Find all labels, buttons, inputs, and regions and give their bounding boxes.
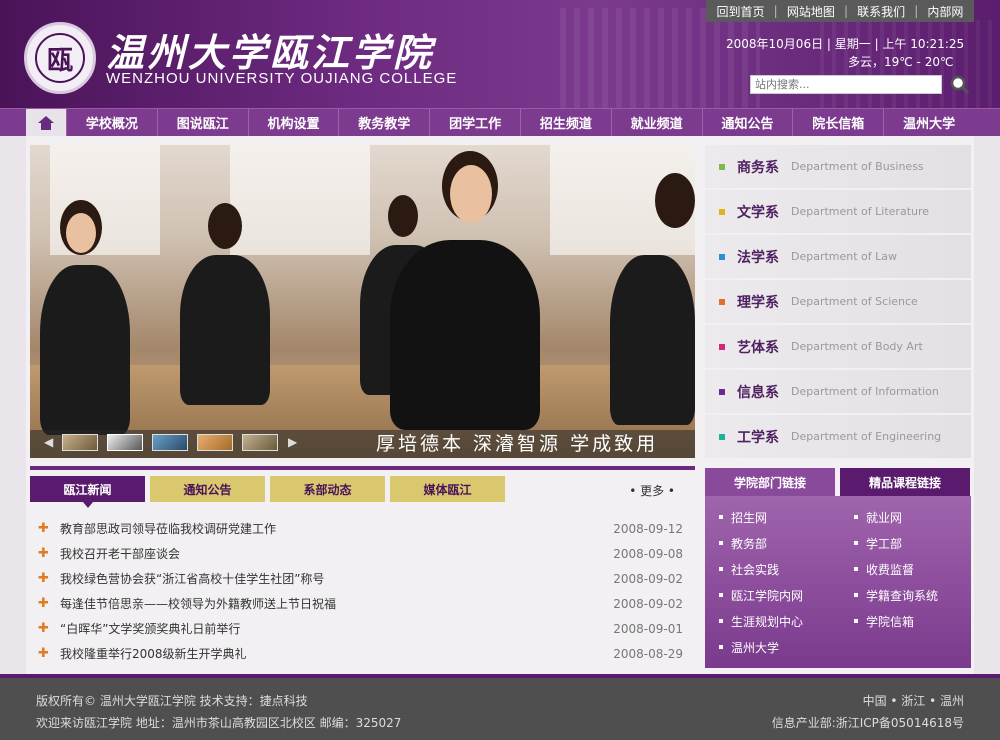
news-item[interactable]: ✚ 我校召开老干部座谈会 2008-09-08 [30,541,695,566]
prev-slide-icon[interactable]: ◀ [44,435,53,449]
nav-home-button[interactable] [26,109,66,136]
link-intranet[interactable]: 瓯江学院内网 [719,586,854,604]
nav-item-gallery[interactable]: 图说瓯江 [156,109,248,136]
top-link-contact[interactable]: 联系我们 [857,3,905,20]
news-item[interactable]: ✚ 教育部思政司领导莅临我校调研党建工作 2008-09-12 [30,516,695,541]
tab-oujiang-news[interactable]: 瓯江新闻 [30,476,145,508]
nav-item-organization[interactable]: 机构设置 [247,109,339,136]
dept-information[interactable]: 信息系 Department of Information [705,370,971,413]
top-links: 回到首页 | 网站地图 | 联系我们 | 内部网 [706,0,974,22]
bullet-icon [719,253,725,260]
site-name: 温州大学瓯江学院 [106,30,435,75]
link-fee-supervision[interactable]: 收费监督 [854,560,974,578]
dept-body-art[interactable]: 艺体系 Department of Body Art [705,325,971,368]
home-icon [38,115,54,130]
plus-icon: ✚ [38,621,49,636]
news-tabs: 瓯江新闻 通知公告 系部动态 媒体瓯江 [30,476,510,508]
news-item[interactable]: ✚ 我校隆重举行2008级新生开学典礼 2008-08-29 [30,641,695,666]
nav-item-president-mailbox[interactable]: 院长信箱 [792,109,883,136]
top-link-sitemap[interactable]: 网站地图 [787,3,835,20]
tab-notices[interactable]: 通知公告 [150,476,265,502]
tab-course-links[interactable]: 精品课程链接 [840,468,970,496]
main-content: ◀ ▶ 厚培德本 深濬智源 学成致用 商务系 Department of Bus… [26,136,974,674]
news-list: ✚ 教育部思政司领导莅临我校调研党建工作 2008-09-12 ✚ 我校召开老干… [30,516,695,666]
hero-slogan: 厚培德本 深濬智源 学成致用 [376,433,659,455]
dept-business[interactable]: 商务系 Department of Business [705,145,971,188]
department-list: 商务系 Department of Business 文学系 Departmen… [705,145,971,460]
hero-slideshow[interactable]: ◀ ▶ 厚培德本 深濬智源 学成致用 [30,145,695,458]
bullet-icon [719,208,725,215]
link-employment[interactable]: 就业网 [854,508,974,526]
bullet-icon [719,163,725,170]
link-academic-affairs[interactable]: 教务部 [719,534,854,552]
news-item[interactable]: ✚ 每逢佳节倍思亲——校领导为外籍教师送上节日祝福 2008-09-02 [30,591,695,616]
nav-item-youth-work[interactable]: 团学工作 [429,109,520,136]
link-college-mailbox[interactable]: 学院信箱 [854,612,974,630]
slide-thumb-active[interactable] [107,434,143,451]
tab-media[interactable]: 媒体瓯江 [390,476,505,502]
footer-address: 欢迎来访瓯江学院 地址：温州市茶山高教园区北校区 邮编：325027 [36,716,402,730]
slide-thumb[interactable] [197,434,233,451]
bullet-icon [719,388,725,395]
plus-icon: ✚ [38,571,49,586]
news-item[interactable]: ✚ “白晖华”文学奖颁奖典礼日前举行 2008-09-01 [30,616,695,641]
link-student-affairs[interactable]: 学工部 [854,534,974,552]
nav-item-wenzhou-university[interactable]: 温州大学 [883,109,974,136]
dept-science[interactable]: 理学系 Department of Science [705,280,971,323]
date-time: 2008年10月06日 | 星期一 | 上午 10:21:25 [726,37,965,51]
dept-law[interactable]: 法学系 Department of Law [705,235,971,278]
logo-icon: 瓯 [46,45,73,76]
dept-literature[interactable]: 文学系 Department of Literature [705,190,971,233]
dancer-figure [40,265,130,435]
news-more-link[interactable]: • 更多 • [629,482,675,499]
nav-item-notices[interactable]: 通知公告 [701,109,793,136]
nav-item-admissions[interactable]: 招生频道 [519,109,611,136]
footer-location: 中国 • 浙江 • 温州 [862,694,964,708]
plus-icon: ✚ [38,521,49,536]
search-icon[interactable] [948,73,970,95]
plus-icon: ✚ [38,546,49,561]
footer-copyright: 版权所有© 温州大学瓯江学院 技术支持：捷点科技 [36,694,308,708]
footer-icp[interactable]: 信息产业部:浙江ICP备05014618号 [772,714,964,731]
link-wenzhou-university[interactable]: 温州大学 [719,638,854,656]
dept-engineering[interactable]: 工学系 Department of Engineering [705,415,971,458]
slide-thumb[interactable] [242,434,278,451]
top-link-intranet[interactable]: 内部网 [927,3,963,20]
link-student-records[interactable]: 学籍查询系统 [854,586,974,604]
weather: 多云，19℃ - 20℃ [848,55,954,69]
news-panel: 瓯江新闻 通知公告 系部动态 媒体瓯江 • 更多 • ✚ 教育部思政司领导莅临我… [30,466,695,674]
site-name-english: WENZHOU UNIVERSITY OUJIANG COLLEGE [106,70,458,87]
main-nav: 学校概况 图说瓯江 机构设置 教务教学 团学工作 招生频道 就业频道 通知公告 … [0,108,1000,136]
news-item[interactable]: ✚ 我校绿色营协会获“浙江省高校十佳学生社团”称号 2008-09-02 [30,566,695,591]
bullet-icon [719,298,725,305]
nav-item-teaching[interactable]: 教务教学 [338,109,429,136]
header-decoration [560,8,760,108]
tab-dept-links[interactable]: 学院部门链接 [705,468,835,496]
top-link-home[interactable]: 回到首页 [717,3,765,20]
college-logo[interactable]: 瓯 [24,22,96,94]
next-slide-icon[interactable]: ▶ [288,435,297,449]
search-input[interactable] [750,75,942,94]
plus-icon: ✚ [38,646,49,661]
link-admissions[interactable]: 招生网 [719,508,854,526]
bullet-icon [719,343,725,350]
link-career-center[interactable]: 生涯规划中心 [719,612,854,630]
link-social-practice[interactable]: 社会实践 [719,560,854,578]
site-footer: 版权所有© 温州大学瓯江学院 技术支持：捷点科技 欢迎来访瓯江学院 地址：温州市… [0,674,1000,740]
links-panel: 学院部门链接 精品课程链接 招生网 就业网 教务部 学工部 社会实践 收费监督 … [705,468,971,668]
slide-thumb[interactable] [152,434,188,451]
site-header: 瓯 温州大学瓯江学院 WENZHOU UNIVERSITY OUJIANG CO… [0,0,1000,108]
plus-icon: ✚ [38,596,49,611]
nav-item-about[interactable]: 学校概况 [66,109,157,136]
slide-thumb[interactable] [62,434,98,451]
bullet-icon [719,433,725,440]
tab-dept-news[interactable]: 系部动态 [270,476,385,502]
nav-item-employment[interactable]: 就业频道 [610,109,702,136]
